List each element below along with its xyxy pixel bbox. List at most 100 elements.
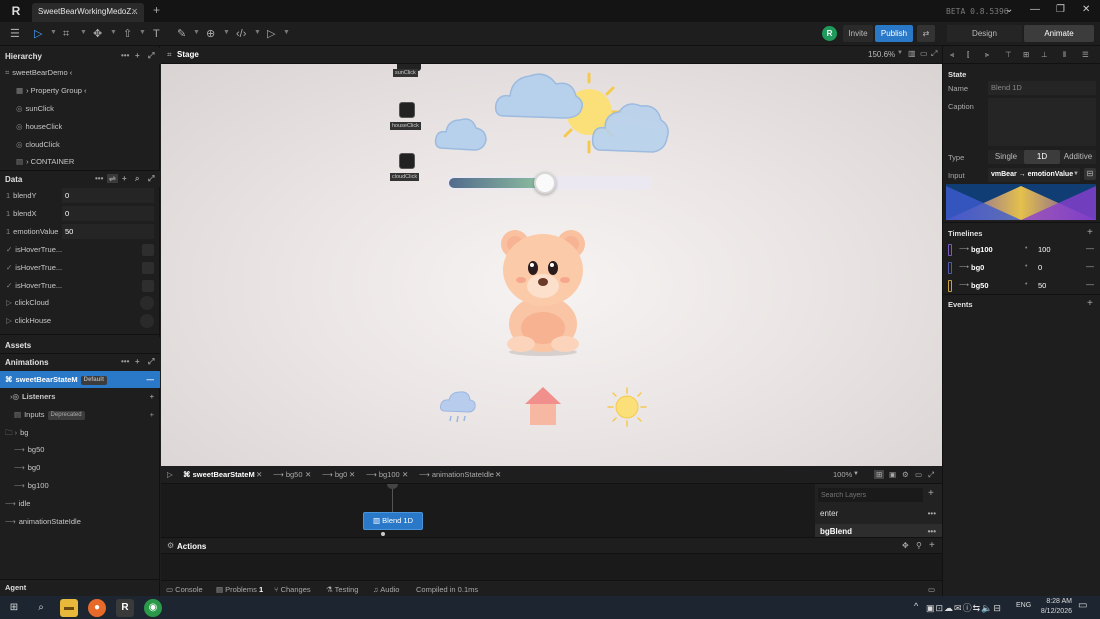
- swap-icon[interactable]: ⇌: [107, 174, 118, 183]
- frame-tool-icon[interactable]: ⌗: [63, 27, 69, 41]
- add-icon[interactable]: +: [928, 488, 934, 499]
- align-top-icon[interactable]: ⊤: [1005, 50, 1012, 59]
- house-click-button[interactable]: [399, 102, 415, 118]
- bind-icon[interactable]: ⊟: [1084, 168, 1096, 180]
- audio-tab[interactable]: ♫ Audio: [373, 585, 399, 594]
- timeline-value[interactable]: 0: [1038, 263, 1042, 272]
- animation-item[interactable]: ⟶ bg50: [0, 441, 160, 458]
- chevron-down-icon[interactable]: ▼: [1073, 171, 1079, 177]
- chevron-down-icon[interactable]: ▼: [853, 471, 859, 477]
- chevron-down-icon[interactable]: ▼: [223, 29, 230, 36]
- grid-icon[interactable]: ▣: [889, 470, 896, 479]
- search-icon[interactable]: ⌕: [32, 599, 50, 617]
- inputs-item[interactable]: ▤ Inputs Deprecated +: [0, 406, 160, 423]
- timeline-value[interactable]: 50: [1038, 281, 1046, 290]
- text-tool-icon[interactable]: T: [153, 27, 160, 41]
- data-row[interactable]: 1 blendY 0: [0, 187, 160, 204]
- remove-icon[interactable]: —: [1086, 262, 1094, 271]
- close-tab-icon[interactable]: ✕: [495, 470, 501, 479]
- align-middle-icon[interactable]: ⊞: [1023, 50, 1029, 59]
- add-icon[interactable]: +: [150, 406, 154, 423]
- console-tab[interactable]: ▭ Console: [166, 585, 203, 594]
- file-tab[interactable]: SweetBearWorkingMedoZ... ✕: [32, 3, 144, 22]
- expand-icon[interactable]: ⤢: [148, 357, 154, 367]
- data-row[interactable]: ▷ clickHouse: [0, 312, 160, 329]
- cloud-click-button[interactable]: [399, 153, 415, 169]
- invite-button[interactable]: Invite: [843, 25, 873, 42]
- align-right-icon[interactable]: ⫸: [985, 50, 989, 60]
- animation-item[interactable]: ⟶ bg100: [0, 477, 160, 494]
- chevron-down-icon[interactable]: ⌄: [1005, 4, 1013, 15]
- hierarchy-item[interactable]: ▦ › Property Group ‹: [0, 82, 160, 99]
- node-connector[interactable]: [381, 532, 385, 536]
- blend-graph[interactable]: [946, 184, 1096, 220]
- problems-tab[interactable]: ▤ Problems 1: [216, 585, 263, 594]
- chevron-down-icon[interactable]: ▼: [283, 29, 290, 36]
- blend-1d-node[interactable]: ▥ Blend 1D: [363, 512, 423, 530]
- changes-tab[interactable]: ⑂ Changes: [274, 585, 311, 594]
- animation-item[interactable]: ⟶ animationStateIdle: [0, 513, 160, 530]
- remove-icon[interactable]: —: [1086, 280, 1094, 289]
- add-tool-icon[interactable]: ⊕: [206, 27, 215, 41]
- fit-icon[interactable]: ▭: [915, 470, 922, 479]
- hierarchy-item[interactable]: ◎ sunClick: [0, 100, 160, 117]
- checkbox[interactable]: [142, 262, 154, 274]
- pen-tool-icon[interactable]: ✎: [177, 27, 186, 41]
- close-tab-icon[interactable]: ✕: [131, 7, 138, 16]
- pin-icon[interactable]: ⚲: [916, 541, 922, 550]
- close-tab-icon[interactable]: ✕: [402, 470, 408, 479]
- state-machine-graph[interactable]: ▥ Blend 1D: [161, 484, 815, 537]
- align-left-icon[interactable]: ⫷: [950, 50, 954, 60]
- add-icon[interactable]: +: [135, 357, 140, 366]
- tray-chevron-icon[interactable]: ^: [914, 601, 918, 611]
- chevron-down-icon[interactable]: ▼: [193, 29, 200, 36]
- animation-item[interactable]: ⟶ idle: [0, 495, 160, 512]
- state-machine-item[interactable]: ⌘ sweetBearStateM Default —: [0, 371, 160, 388]
- chevron-down-icon[interactable]: ▼: [897, 50, 903, 56]
- hierarchy-item[interactable]: ◎ cloudClick: [0, 136, 160, 153]
- fit-icon[interactable]: ▭: [920, 49, 928, 58]
- close-tab-icon[interactable]: ✕: [256, 470, 262, 479]
- add-icon[interactable]: +: [122, 174, 127, 183]
- zoom-level[interactable]: 150.6%: [868, 50, 895, 59]
- chevron-down-icon[interactable]: ▼: [80, 29, 87, 36]
- tab-bg100[interactable]: ⟶ bg100: [366, 470, 400, 479]
- type-single[interactable]: Single: [988, 150, 1024, 164]
- tab-bg50[interactable]: ⟶ bg50: [273, 470, 303, 479]
- minimize-icon[interactable]: —: [1030, 4, 1040, 15]
- more-icon[interactable]: •••: [95, 174, 103, 183]
- align-bottom-icon[interactable]: ⊥: [1041, 50, 1048, 59]
- timeline-zoom[interactable]: 100%: [833, 470, 852, 479]
- close-tab-icon[interactable]: ✕: [305, 470, 311, 479]
- close-tab-icon[interactable]: ✕: [349, 470, 355, 479]
- distribute-v-icon[interactable]: ☰: [1082, 50, 1089, 59]
- tray-icons[interactable]: ▣⊡☁✉ⓘ⇆🔈⊟: [926, 601, 1002, 614]
- shape-tool-icon[interactable]: ⇧: [123, 27, 132, 41]
- type-additive[interactable]: Additive: [1060, 150, 1096, 164]
- checkbox[interactable]: [142, 280, 154, 292]
- stage-canvas[interactable]: sunClick houseClick cloudClick: [161, 64, 942, 466]
- type-1d[interactable]: 1D: [1024, 150, 1060, 164]
- caption-field[interactable]: [988, 98, 1096, 146]
- data-row[interactable]: ✓ isHoverTrue...: [0, 277, 160, 294]
- add-icon[interactable]: +: [1087, 298, 1093, 309]
- data-row[interactable]: ✓ isHoverTrue...: [0, 259, 160, 276]
- timeline-row[interactable]: ⟶ bg100 • 100 —: [943, 242, 1100, 258]
- data-row[interactable]: 1 emotionValue 50: [0, 223, 160, 240]
- tab-bg0[interactable]: ⟶ bg0: [322, 470, 347, 479]
- transition-handle[interactable]: [387, 484, 398, 489]
- hierarchy-item[interactable]: ⌗ sweetBearDemo ‹: [0, 64, 160, 81]
- expand-icon[interactable]: ⤢: [148, 51, 154, 61]
- search-layers-input[interactable]: [818, 488, 923, 502]
- search-icon[interactable]: ⌕: [135, 174, 139, 184]
- more-icon[interactable]: •••: [928, 506, 936, 521]
- data-value-field[interactable]: 50: [62, 224, 154, 239]
- name-field[interactable]: Blend 1D: [988, 81, 1096, 95]
- add-icon[interactable]: +: [929, 540, 935, 551]
- chevron-down-icon[interactable]: ▼: [254, 29, 261, 36]
- agent-panel[interactable]: Agent: [0, 579, 160, 596]
- input-select[interactable]: vmBear → emotionValue: [988, 168, 1080, 182]
- rive-app-icon[interactable]: R: [116, 599, 134, 617]
- file-explorer-icon[interactable]: ▬: [60, 599, 78, 617]
- timeline-value[interactable]: 100: [1038, 245, 1051, 254]
